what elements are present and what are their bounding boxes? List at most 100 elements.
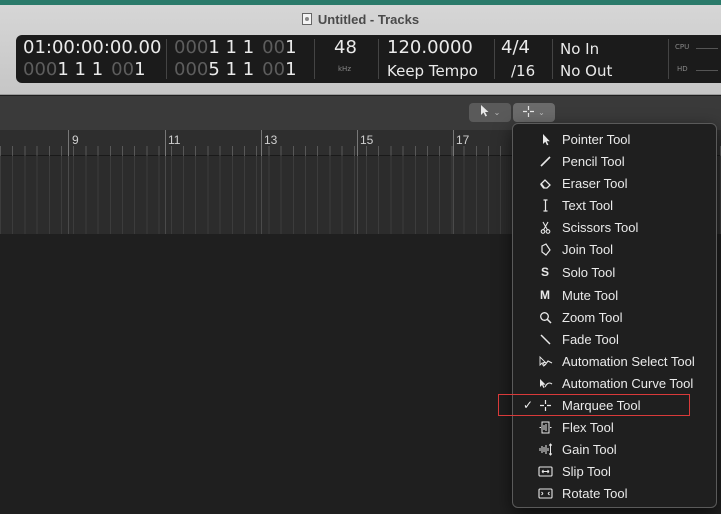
lcd-separator [166,39,167,79]
lcd-separator [552,39,553,79]
lcd-separator [494,39,495,79]
menu-item-label: Pointer Tool [562,131,631,147]
solo-icon: S [540,265,549,279]
lcd-tempo-mode[interactable]: Keep Tempo [387,62,478,80]
tool-menu: Pointer Tool Pencil Tool Eraser Tool Tex… [512,123,717,508]
lcd-separator [378,39,379,79]
hd-meter [696,70,718,71]
menu-item-zoom-tool[interactable]: Zoom Tool [513,306,716,328]
menu-item-label: Fade Tool [562,331,619,347]
chevron-down-icon: ⌄ [493,108,501,117]
menu-item-marquee-tool[interactable]: ✓ Marquee Tool [513,394,716,416]
ruler-bar-line [165,130,166,156]
grid-line [453,156,454,234]
window-title: Untitled - Tracks [0,12,721,27]
marquee-icon [536,397,554,413]
menu-item-label: Eraser Tool [562,175,628,191]
automation-curve-icon [536,375,554,391]
menu-item-label: Scissors Tool [562,219,639,235]
menu-item-pencil-tool[interactable]: Pencil Tool [513,150,716,172]
menu-item-flex-tool[interactable]: Flex Tool [513,416,716,438]
menu-item-automation-curve-tool[interactable]: Automation Curve Tool [513,372,716,394]
document-icon [301,13,312,25]
lcd-sample-rate-unit: kHz [338,65,351,73]
menu-item-label: Flex Tool [562,419,614,435]
marquee-icon [523,105,535,120]
command-click-tool-menu[interactable]: ⌄ [513,103,555,122]
ruler-bar-number: 17 [456,133,470,147]
lcd-cpu-label: CPU [675,43,690,51]
fade-icon [536,331,554,347]
pointer-icon [536,131,554,147]
menu-item-scissors-tool[interactable]: Scissors Tool [513,216,716,238]
lcd-hd-label: HD [677,65,688,73]
ruler-bar-number: 13 [264,133,278,147]
lcd-midi-out: No Out [560,62,613,80]
rotate-icon [536,485,554,501]
ruler-bar-line [261,130,262,156]
magnifier-icon [536,309,554,325]
ruler-bar-number: 11 [168,133,181,147]
menu-item-join-tool[interactable]: Join Tool [513,238,716,260]
slip-icon [536,463,554,479]
menu-item-gain-tool[interactable]: Gain Tool [513,438,716,460]
automation-select-icon [536,353,554,369]
menu-item-label: Zoom Tool [562,309,623,325]
lcd-time-signature[interactable]: 4/4 [501,37,530,58]
checkmark: ✓ [522,398,534,412]
lcd-locator-end[interactable]: 0005 1 1 001 [174,59,297,80]
flex-icon [536,419,554,435]
menu-item-label: Pencil Tool [562,153,625,169]
menu-item-rotate-tool[interactable]: Rotate Tool [513,482,716,504]
ruler-bar-line [453,130,454,156]
lcd-position-bars[interactable]: 0001 1 1 001 [23,59,146,80]
ruler-bar-number: 15 [360,133,374,147]
lcd-division[interactable]: /16 [511,62,535,80]
lcd-tempo[interactable]: 120.0000 [387,37,473,58]
mute-icon: M [540,288,550,302]
menu-item-label: Mute Tool [562,287,619,303]
menu-item-label: Solo Tool [562,264,616,280]
grid-line [357,156,358,234]
menu-item-label: Gain Tool [562,441,617,457]
lcd-sample-rate[interactable]: 48 [334,37,357,58]
pointer-icon [480,105,490,120]
menu-item-label: Slip Tool [562,463,611,479]
lcd-display[interactable]: 01:00:00:00.00 0001 1 1 001 0001 1 1 001 0… [16,35,721,83]
lcd-separator [668,39,669,79]
menu-item-label: Text Tool [562,197,614,213]
menu-item-fade-tool[interactable]: Fade Tool [513,328,716,350]
ruler-bar-line [68,130,69,156]
lcd-locator-start[interactable]: 0001 1 1 001 [174,37,297,58]
eraser-icon [536,175,554,191]
menu-item-eraser-tool[interactable]: Eraser Tool [513,172,716,194]
menu-item-mute-tool[interactable]: M Mute Tool [513,284,716,306]
scissors-icon [536,219,554,235]
menu-item-pointer-tool[interactable]: Pointer Tool [513,128,716,150]
menu-item-solo-tool[interactable]: S Solo Tool [513,261,716,283]
menu-item-label: Automation Select Tool [562,353,695,369]
lcd-position-time[interactable]: 01:00:00:00.00 [23,37,161,58]
ruler-bar-line [357,130,358,156]
ruler-bar-number: 9 [72,133,79,147]
menu-item-text-tool[interactable]: Text Tool [513,194,716,216]
cpu-meter [696,48,718,49]
menu-item-automation-select-tool[interactable]: Automation Select Tool [513,350,716,372]
chevron-down-icon: ⌄ [538,108,545,117]
gain-icon [536,441,554,457]
title-bar: Untitled - Tracks 01:00:00:00.00 0001 1 … [0,5,721,95]
grid-line [261,156,262,234]
lcd-separator [314,39,315,79]
left-click-tool-menu[interactable]: ⌄ [469,103,511,122]
menu-item-label: Marquee Tool [562,397,641,413]
menu-item-label: Automation Curve Tool [562,375,694,391]
lcd-midi-in: No In [560,40,600,58]
grid-line [165,156,166,234]
pencil-icon [536,153,554,169]
menu-item-slip-tool[interactable]: Slip Tool [513,460,716,482]
text-cursor-icon [536,197,554,213]
menu-item-label: Rotate Tool [562,485,628,501]
menu-item-label: Join Tool [562,241,614,257]
join-icon [536,241,554,257]
grid-line [68,156,69,234]
